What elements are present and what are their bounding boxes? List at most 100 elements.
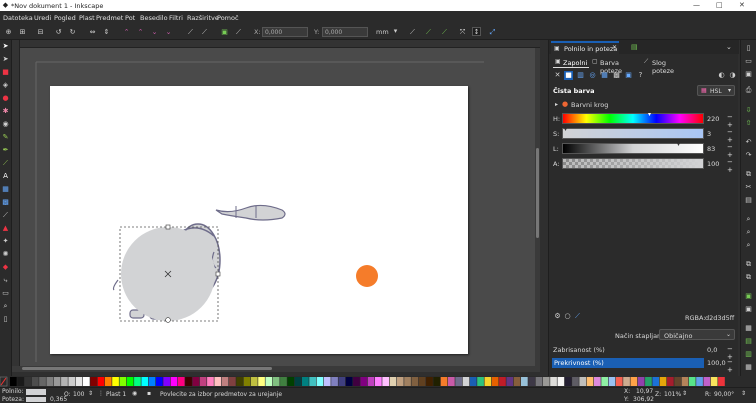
palette-swatch[interactable]	[426, 377, 433, 386]
assign-swatch-icon[interactable]: ⚙	[553, 312, 562, 321]
palette-swatch[interactable]	[323, 377, 331, 386]
close-button[interactable]: ✕	[739, 1, 745, 9]
subtab-stroke-style[interactable]: ⟋ Slog poteze	[641, 57, 687, 75]
palette-swatch[interactable]	[579, 377, 587, 386]
cut-icon[interactable]: ✂	[744, 183, 753, 192]
fill-rule-nonzero-icon[interactable]: ◑	[728, 71, 737, 80]
palette-swatch[interactable]	[353, 377, 360, 386]
palette-swatch[interactable]	[404, 377, 411, 386]
palette-swatch[interactable]	[104, 377, 112, 386]
no-paint-icon[interactable]: ✕	[553, 71, 562, 80]
palette-swatch[interactable]	[440, 377, 448, 386]
import-icon[interactable]: ⇩	[744, 106, 753, 115]
palette-swatch[interactable]	[265, 377, 273, 386]
palette-swatch[interactable]	[331, 377, 338, 386]
palette-swatch[interactable]	[46, 377, 54, 386]
redo-icon[interactable]: ↷	[744, 151, 753, 160]
layer-visibility-icon[interactable]: ◉	[132, 390, 137, 397]
tab-fill-stroke[interactable]: ▣ Polnilo in poteza ✕	[551, 41, 619, 54]
palette-swatch[interactable]	[586, 377, 594, 386]
palette-swatch[interactable]	[667, 377, 674, 386]
saturation-slider-thumb[interactable]: ▾	[564, 126, 567, 133]
opacity-slider[interactable]: Prekrivnost (%)	[552, 358, 704, 368]
palette-swatch[interactable]	[506, 377, 514, 386]
palette-swatch[interactable]	[280, 377, 287, 386]
palette-swatch[interactable]	[236, 377, 243, 386]
paste-icon[interactable]: ▤	[744, 196, 753, 205]
palette-swatch[interactable]	[316, 377, 324, 386]
layer-lock-icon[interactable]: ▪	[147, 390, 151, 397]
zoom-selection-icon[interactable]: ⌕	[744, 215, 753, 224]
palette-swatch[interactable]	[39, 377, 46, 386]
palette-swatch[interactable]	[90, 377, 97, 386]
palette-swatch[interactable]	[594, 377, 601, 386]
palette-swatch[interactable]	[141, 377, 149, 386]
palette-swatch[interactable]	[345, 377, 353, 386]
palette-swatch[interactable]	[134, 377, 141, 386]
vertical-scroll-thumb[interactable]	[536, 148, 539, 238]
hue-slider[interactable]: ▾	[562, 111, 704, 124]
panel-menu-chevron-icon[interactable]: ⌄	[726, 43, 732, 51]
palette-swatch[interactable]	[499, 377, 506, 386]
opacity-stepper[interactable]: −+	[727, 358, 738, 374]
palette-swatch[interactable]	[68, 377, 76, 386]
lightness-stepper[interactable]: −+	[727, 143, 738, 159]
palette-swatch[interactable]	[557, 377, 565, 386]
rgba-value[interactable]: d2d3d5ff	[705, 314, 734, 322]
palette-swatch[interactable]	[448, 377, 455, 386]
zoom-page-icon[interactable]: ⌕	[744, 241, 753, 250]
blur-value[interactable]: 0,0	[707, 346, 717, 354]
palette-swatch[interactable]	[250, 377, 258, 386]
rotation-value[interactable]: 90,00°	[714, 391, 734, 398]
palette-swatch[interactable]	[75, 377, 83, 386]
swatch-icon[interactable]: ▣	[624, 71, 633, 80]
palette-swatch[interactable]	[674, 377, 681, 386]
copy-icon[interactable]: ⧉	[744, 170, 753, 179]
palette-swatch[interactable]	[396, 377, 404, 386]
palette-swatch[interactable]	[542, 377, 550, 386]
maximize-button[interactable]: □	[716, 1, 723, 9]
document-properties-tab-icon[interactable]: ▤	[631, 43, 638, 51]
palette-swatch[interactable]	[156, 377, 163, 386]
zoom-value[interactable]: 101%	[664, 391, 681, 398]
palette-swatch[interactable]	[31, 377, 39, 386]
color-wheel-expander[interactable]: ▸ ● Barvni krog	[553, 100, 633, 110]
fill-stroke-cmd-icon[interactable]: ▦	[744, 324, 753, 333]
hue-value[interactable]: 220	[707, 115, 719, 123]
palette-swatch[interactable]	[338, 377, 346, 386]
radial-gradient-icon[interactable]: ◎	[588, 71, 597, 80]
palette-swatch[interactable]	[148, 377, 156, 386]
palette-swatch[interactable]	[61, 377, 68, 386]
palette-swatch[interactable]	[119, 377, 127, 386]
palette-swatch[interactable]	[17, 377, 24, 386]
palette-swatch[interactable]	[659, 377, 667, 386]
elephant-tail-drawing[interactable]	[215, 204, 286, 221]
mesh-gradient-icon[interactable]: ▦	[600, 71, 609, 80]
canvas-drawing[interactable]	[0, 0, 540, 372]
palette-swatch[interactable]	[170, 377, 178, 386]
palette-swatch[interactable]	[258, 377, 265, 386]
opacity-value[interactable]: 100,0	[707, 359, 726, 367]
palette-swatch[interactable]	[272, 377, 280, 386]
hue-slider-thumb[interactable]: ▾	[648, 111, 651, 118]
palette-swatch[interactable]	[550, 377, 557, 386]
lightness-value[interactable]: 83	[707, 145, 715, 153]
alpha-slider[interactable]	[562, 158, 704, 169]
palette-swatch[interactable]	[528, 377, 535, 386]
palette-swatch[interactable]	[484, 377, 492, 386]
palette-swatch[interactable]	[185, 377, 192, 386]
horizontal-scroll-thumb[interactable]	[22, 367, 272, 370]
text-font-icon[interactable]: ▤	[744, 337, 753, 346]
palette-swatch[interactable]	[615, 377, 623, 386]
layer-menu-icon[interactable]: ⋮	[98, 390, 104, 397]
palette-swatch[interactable]	[477, 377, 484, 386]
palette-swatch[interactable]	[163, 377, 170, 386]
flat-color-icon[interactable]: ■	[564, 71, 573, 80]
palette-swatch[interactable]	[703, 377, 711, 386]
alpha-value[interactable]: 100	[707, 160, 719, 168]
lightness-slider-thumb[interactable]: ▾	[677, 141, 680, 148]
palette-swatch[interactable]	[513, 377, 521, 386]
palette-swatch[interactable]	[637, 377, 645, 386]
palette-swatch[interactable]	[652, 377, 660, 386]
palette-swatch[interactable]	[207, 377, 214, 386]
